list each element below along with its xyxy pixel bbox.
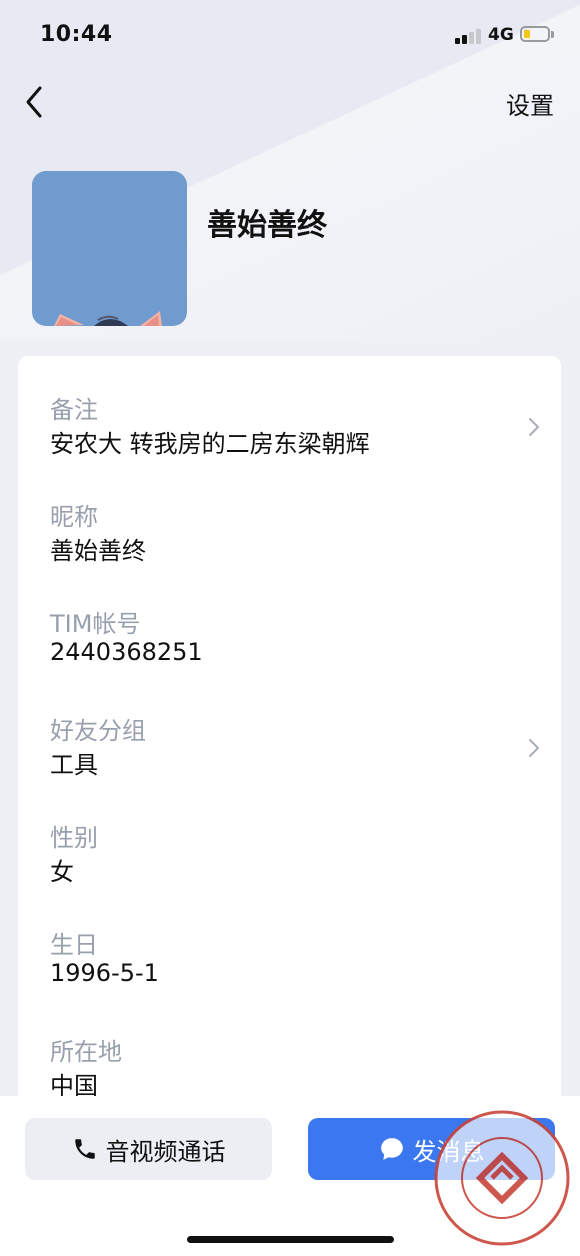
field-label: 备注 (50, 396, 98, 424)
field-label: TIM帐号 (50, 610, 141, 638)
av-call-button[interactable]: 音视频通话 (25, 1118, 272, 1180)
field-label: 生日 (50, 931, 98, 959)
field-birthday: 生日 1996-5-1 (18, 925, 561, 1025)
watermark-seal (434, 1110, 570, 1246)
field-value: 安农大 转我房的二房东梁朝辉 (50, 430, 370, 458)
phone-icon (74, 1139, 95, 1159)
profile-name: 善始善终 (207, 208, 327, 243)
field-gender: 性别 女 (18, 818, 561, 918)
field-value: 工具 (50, 751, 98, 779)
field-value: 女 (50, 858, 74, 886)
field-nickname: 昵称 善始善终 (18, 497, 561, 597)
chat-bubble-icon (380, 1138, 403, 1160)
field-remark[interactable]: 备注 安农大 转我房的二房东梁朝辉 (18, 390, 561, 490)
field-value: 善始善终 (50, 537, 146, 565)
cat-ears-icon (54, 311, 162, 326)
field-friend-group[interactable]: 好友分组 工具 (18, 711, 561, 811)
battery-cap (551, 31, 554, 38)
settings-link[interactable]: 设置 (506, 86, 554, 121)
signal-icon (455, 28, 483, 44)
home-indicator (187, 1236, 394, 1243)
field-label: 好友分组 (50, 717, 146, 745)
field-value: 1996-5-1 (50, 959, 159, 987)
status-time: 10:44 (40, 22, 113, 47)
chevron-right-icon (529, 739, 539, 757)
chevron-right-icon (529, 418, 539, 436)
field-value: 2440368251 (50, 638, 203, 666)
network-type: 4G (488, 25, 514, 45)
field-label: 性别 (50, 824, 98, 852)
back-button[interactable] (20, 84, 54, 120)
info-card: 备注 安农大 转我房的二房东梁朝辉 昵称 善始善终 TIM帐号 24403682… (18, 356, 561, 1116)
avatar[interactable] (32, 171, 187, 326)
field-label: 所在地 (50, 1038, 122, 1066)
status-bar: 10:44 4G (0, 0, 580, 70)
field-account: TIM帐号 2440368251 (18, 604, 561, 704)
field-label: 昵称 (50, 503, 98, 531)
chevron-left-icon (26, 86, 42, 118)
av-call-label: 音视频通话 (105, 1137, 226, 1166)
battery-icon (520, 26, 550, 42)
